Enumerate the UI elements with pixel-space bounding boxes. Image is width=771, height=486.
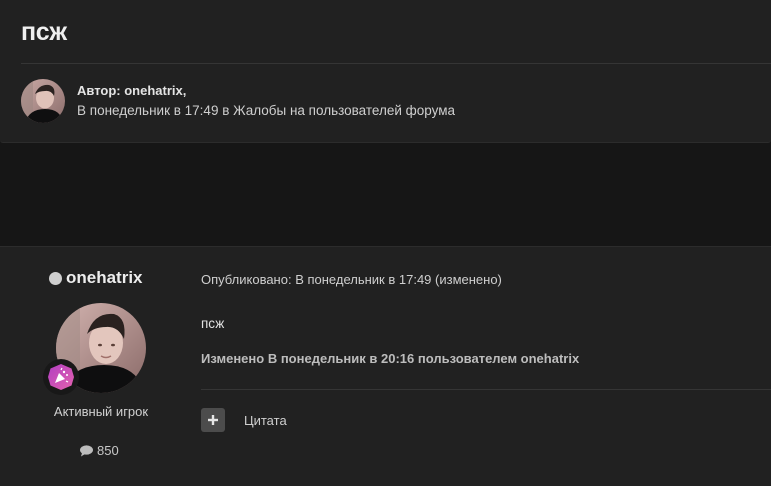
page-title: псж	[21, 18, 67, 46]
topic-meta: В понедельник в 17:49 в Жалобы на пользо…	[77, 103, 456, 118]
title-divider	[21, 63, 771, 64]
confetti-badge-icon	[48, 364, 74, 390]
quote-label: Цитата	[244, 412, 287, 428]
quote-button[interactable]: Цитата	[201, 408, 287, 432]
author-avatar[interactable]	[21, 79, 65, 123]
post-count: 850	[80, 443, 119, 458]
post-author: onehatrix	[49, 268, 143, 288]
post-content: псж	[201, 316, 225, 331]
post-divider	[201, 389, 771, 390]
avatar-photo	[21, 79, 65, 123]
author-line[interactable]: Автор: onehatrix,	[77, 83, 186, 98]
post-count-value: 850	[97, 443, 119, 458]
edited-note: Изменено В понедельник в 20:16 пользоват…	[201, 351, 580, 366]
topic-header: псж Автор: onehatrix, В понедельник в 17…	[0, 0, 771, 143]
user-title: Активный игрок	[53, 404, 149, 419]
online-status-icon	[49, 271, 62, 285]
post: onehatrix Активный игрок 850 Опубликован…	[0, 246, 771, 486]
speech-bubble-icon	[80, 444, 93, 456]
rank-badge[interactable]	[43, 359, 79, 395]
username-link[interactable]: onehatrix	[66, 268, 143, 288]
post-date: Опубликовано: В понедельник в 17:49 (изм…	[201, 272, 502, 287]
plus-icon	[201, 408, 225, 432]
